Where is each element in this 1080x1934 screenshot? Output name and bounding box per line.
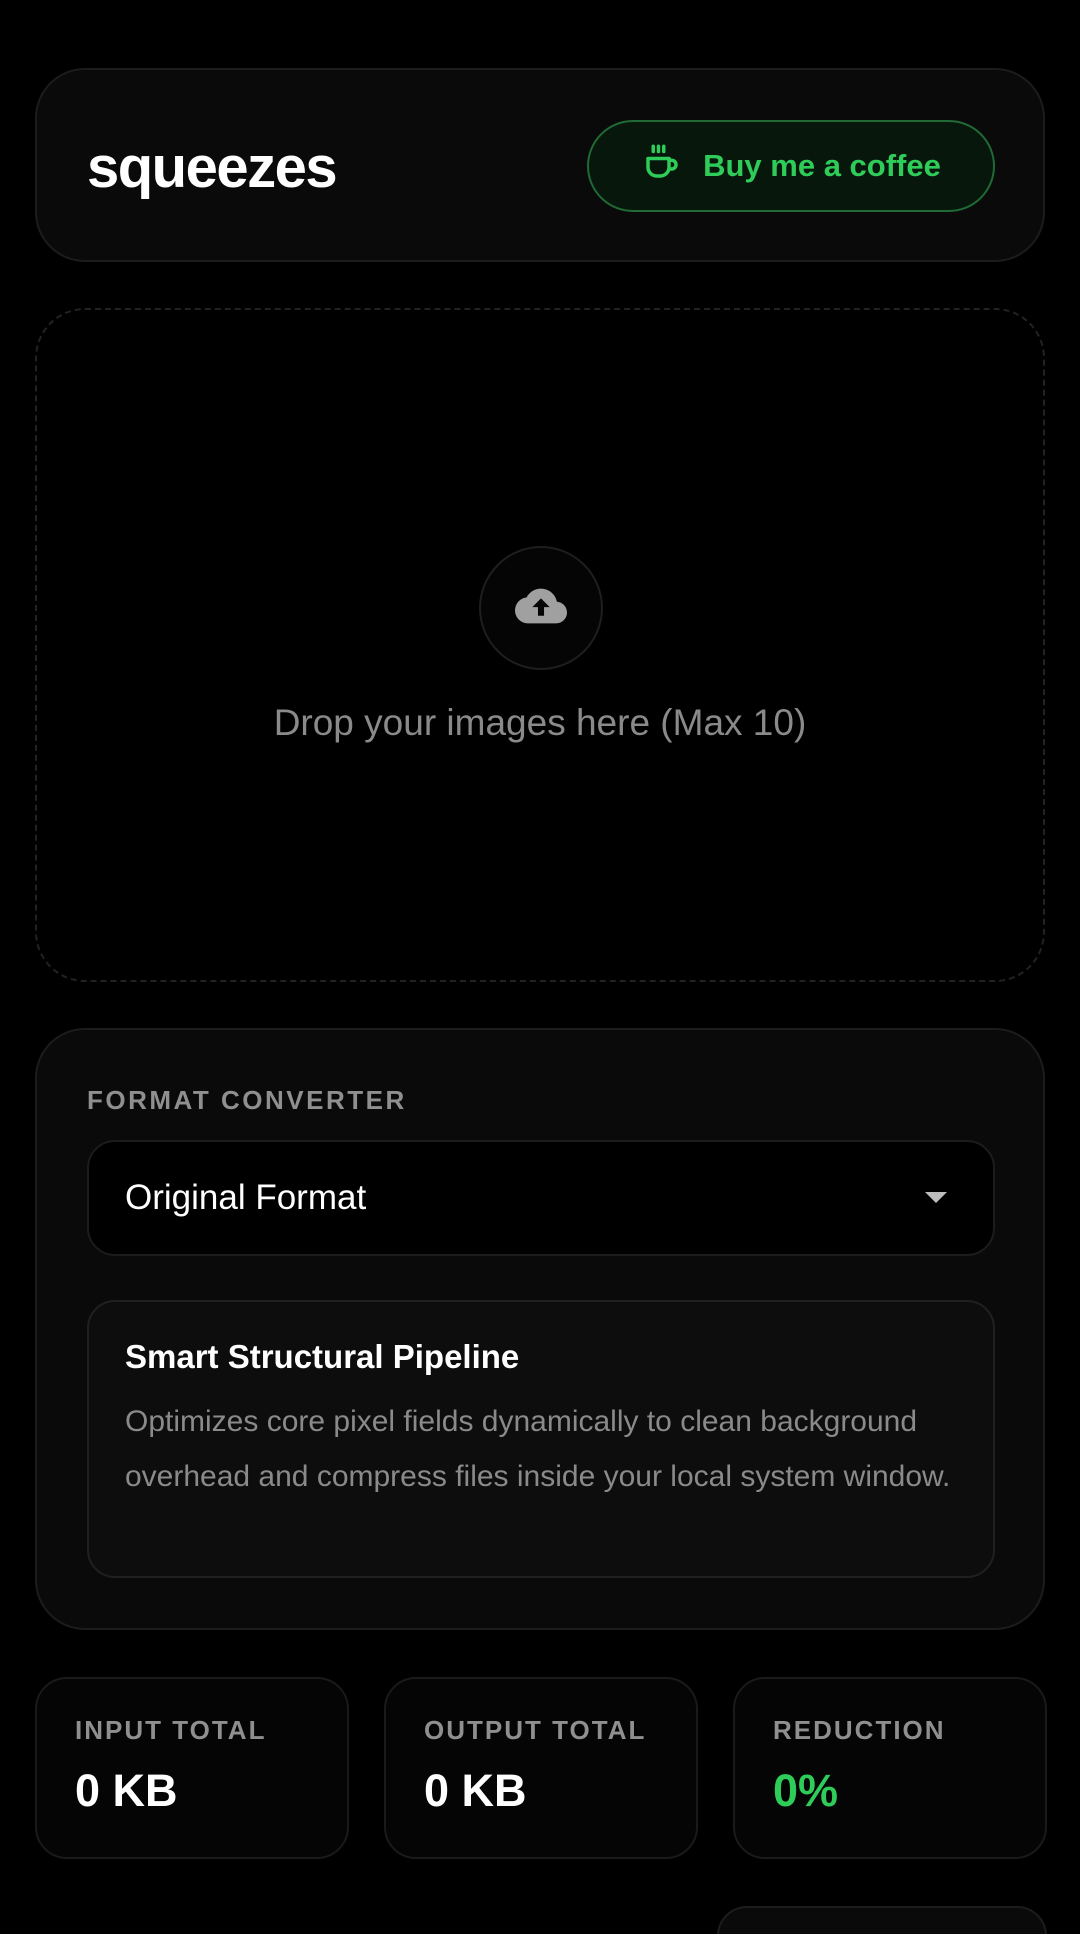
upload-button[interactable] [479, 546, 603, 670]
input-total-card: INPUT TOTAL 0 KB [35, 1677, 349, 1859]
input-total-label: INPUT TOTAL [75, 1715, 267, 1745]
buy-coffee-button[interactable]: Buy me a coffee [587, 120, 995, 212]
cloud-upload-icon [515, 580, 567, 637]
format-converter-card: FORMAT CONVERTER Original Format Smart S… [35, 1028, 1045, 1630]
reduction-label: REDUCTION [773, 1715, 946, 1745]
pipeline-description: Optimizes core pixel fields dynamically … [125, 1405, 951, 1493]
dropzone-instructions: Drop your images here (Max 10) [273, 702, 807, 743]
format-select-value: Original Format [125, 1178, 367, 1217]
header-card: squeezes Buy me a coffee [35, 68, 1045, 262]
input-total-value: 0 KB [75, 1765, 178, 1816]
format-converter-heading: FORMAT CONVERTER [87, 1085, 407, 1115]
pipeline-info-box: Smart Structural Pipeline Optimizes core… [87, 1300, 995, 1578]
app-page: squeezes Buy me a coffee Drop your image… [0, 0, 1080, 1934]
coffee-cup-icon [641, 141, 683, 191]
reduction-card: REDUCTION 0% [733, 1677, 1047, 1859]
chevron-down-icon [925, 1192, 947, 1203]
image-dropzone[interactable]: Drop your images here (Max 10) [35, 308, 1045, 982]
format-select[interactable]: Original Format [87, 1140, 995, 1256]
output-total-value: 0 KB [424, 1765, 527, 1816]
buy-coffee-label: Buy me a coffee [703, 148, 941, 183]
bottom-action-button[interactable] [717, 1906, 1047, 1934]
output-total-card: OUTPUT TOTAL 0 KB [384, 1677, 698, 1859]
pipeline-title: Smart Structural Pipeline [125, 1338, 520, 1375]
app-logo[interactable]: squeezes [87, 134, 338, 201]
reduction-value: 0% [773, 1765, 839, 1816]
output-total-label: OUTPUT TOTAL [424, 1715, 647, 1745]
